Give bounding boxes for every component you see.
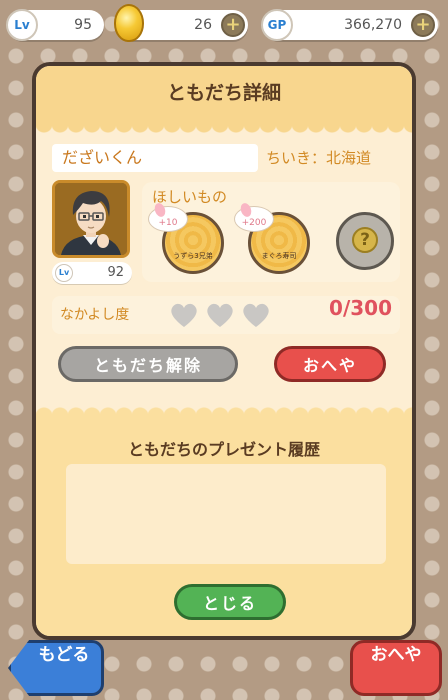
plus-icon: + xyxy=(415,14,431,35)
visit-room-button[interactable]: おへや xyxy=(274,346,386,382)
level-counter: Lv 95 xyxy=(6,9,104,41)
friend-level-value: 92 xyxy=(107,265,124,280)
header-scallop-edge xyxy=(36,124,412,138)
gp-icon: GP xyxy=(261,9,293,41)
friend-detail-dialog: ともだち詳細 だざいくん ちいき：北海道 Lv 92 ほしいもの うずら3兄弟 xyxy=(32,62,416,640)
wanted-items-panel: ほしいもの うずら3兄弟 +10 まぐろ寿司 +200 ? xyxy=(142,182,400,282)
wanted-item-bonus-1: +10 xyxy=(148,201,188,232)
wanted-items-title: ほしいもの xyxy=(152,188,228,206)
my-room-button[interactable]: おへや xyxy=(350,640,442,698)
dialog-title: ともだち詳細 xyxy=(166,82,281,104)
wanted-item-bonus-2: +200 xyxy=(234,201,274,232)
my-room-button-label: おへや xyxy=(370,645,422,665)
wanted-item-unknown[interactable]: ? xyxy=(336,212,394,270)
level-value: 95 xyxy=(74,17,92,33)
gp-counter: GP 366,270 + xyxy=(261,9,438,41)
add-gold-button[interactable]: + xyxy=(221,13,245,37)
plus-icon: + xyxy=(225,14,241,35)
heart-icon xyxy=(171,303,197,327)
friend-level: Lv 92 xyxy=(52,262,132,284)
gold-value: 26 xyxy=(194,17,212,33)
friendship-value: 0/300 xyxy=(329,296,392,320)
gp-value: 366,270 xyxy=(344,17,402,33)
avatar-portrait xyxy=(55,183,127,255)
back-button[interactable]: もどる xyxy=(8,640,104,698)
wanted-item-caption: まぐろ寿司 xyxy=(261,252,297,260)
section-scallop-edge xyxy=(36,402,412,416)
present-history-list xyxy=(66,464,386,564)
friend-name: だざいくん xyxy=(52,144,258,172)
add-gp-button[interactable]: + xyxy=(411,13,435,37)
friendship-meter: なかよし度 0/300 xyxy=(52,296,400,334)
wanted-item-caption: うずら3兄弟 xyxy=(173,252,213,260)
gold-counter: 26 + xyxy=(114,4,248,42)
unfriend-button[interactable]: ともだち解除 xyxy=(58,346,238,382)
heart-icon xyxy=(243,303,269,327)
friend-avatar xyxy=(52,180,130,258)
level-icon: Lv xyxy=(55,264,73,282)
heart-icon xyxy=(207,303,233,327)
friend-region: ちいき：北海道 xyxy=(266,149,372,167)
sakura-petal-icon xyxy=(238,201,254,219)
gold-egg-icon xyxy=(114,4,144,42)
close-button[interactable]: とじる xyxy=(174,584,286,620)
question-icon: ? xyxy=(352,227,378,253)
friendship-label: なかよし度 xyxy=(60,307,130,323)
back-button-label: もどる xyxy=(38,645,90,665)
level-icon: Lv xyxy=(6,9,38,41)
present-history-title: ともだちのプレゼント履歴 xyxy=(127,440,320,459)
